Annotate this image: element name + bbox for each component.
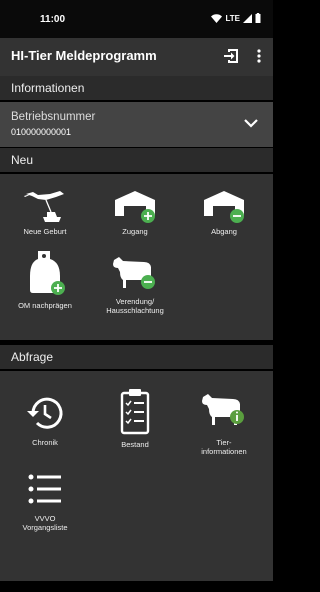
tile-tierinformationen[interactable]: Tier- informationen: [184, 389, 264, 456]
tile-label: Abgang: [211, 227, 237, 236]
status-bar: 11:00 LTE: [0, 0, 273, 38]
tile-label: Neue Geburt: [23, 227, 67, 236]
tile-bestand[interactable]: Bestand: [95, 387, 175, 449]
chevron-down-icon[interactable]: [243, 117, 259, 129]
tile-label: VVVO Vorgangsliste: [22, 514, 68, 532]
abfrage-panel: Chronik Bestand Tier- informationen VVVO…: [0, 371, 273, 581]
app-bar: HI-Tier Meldeprogramm: [0, 38, 273, 76]
tile-abgang[interactable]: Abgang: [184, 186, 264, 236]
section-header-neu: Neu: [0, 148, 273, 172]
signal-icon: [243, 13, 252, 23]
section-header-abfrage: Abfrage: [0, 345, 273, 369]
network-label: LTE: [225, 13, 240, 23]
battery-icon: [255, 13, 261, 23]
barn-minus-icon: [204, 191, 244, 223]
tile-zugang[interactable]: Zugang: [95, 186, 175, 236]
tile-vvvo-vorgangsliste[interactable]: VVVO Vorgangsliste: [5, 469, 85, 532]
cow-minus-icon: [113, 257, 155, 289]
section-header-informationen: Informationen: [0, 76, 273, 100]
status-time: 11:00: [40, 14, 66, 25]
app-title: HI-Tier Meldeprogramm: [11, 48, 157, 63]
betriebsnummer-row[interactable]: Betriebsnummer 010000000001: [0, 102, 273, 147]
barn-plus-icon: [115, 191, 155, 223]
history-icon: [27, 397, 63, 429]
status-icons: LTE: [211, 13, 261, 23]
tile-label: OM nachprägen: [18, 301, 72, 310]
tile-label: Zugang: [122, 227, 148, 236]
tile-verendung[interactable]: Verendung/ Hausschlachtung: [95, 252, 175, 315]
list-icon: [28, 474, 61, 504]
cow-info-icon: [202, 394, 244, 425]
tile-om-nachpraegen[interactable]: OM nachprägen: [5, 248, 85, 310]
tile-label: Tier- informationen: [201, 438, 247, 456]
tile-neue-geburt[interactable]: Neue Geburt: [5, 186, 85, 236]
clipboard-list-icon: [120, 389, 150, 435]
wifi-icon: [211, 13, 223, 23]
tile-label: Bestand: [121, 440, 149, 449]
betriebsnummer-label: Betriebsnummer: [11, 111, 96, 123]
neu-panel: Neue Geburt Zugang Abgang OM nachprägen: [0, 174, 273, 340]
betriebsnummer-value: 010000000001: [11, 127, 72, 137]
tile-label: Verendung/ Hausschlachtung: [106, 297, 164, 315]
bottom-bar: [0, 582, 273, 592]
ear-tag-plus-icon: [30, 251, 65, 295]
stork-icon: [24, 191, 64, 222]
tile-chronik[interactable]: Chronik: [5, 391, 85, 447]
more-vert-icon[interactable]: [251, 46, 267, 66]
login-icon[interactable]: [222, 46, 242, 66]
tile-label: Chronik: [32, 438, 58, 447]
